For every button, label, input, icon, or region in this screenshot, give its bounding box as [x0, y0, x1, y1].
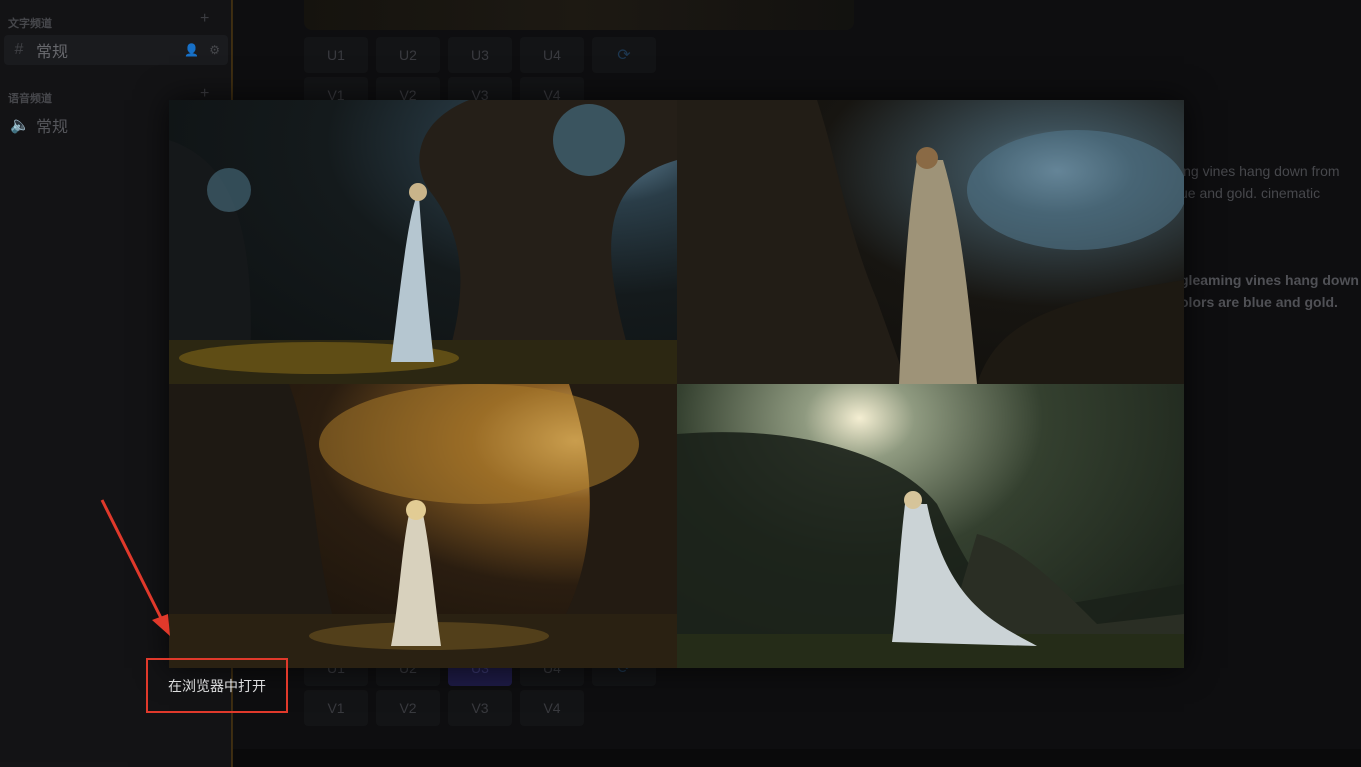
open-in-browser-link[interactable]: 在浏览器中打开	[146, 658, 288, 713]
tree-scene	[169, 384, 677, 668]
forest-image-4	[677, 384, 1184, 668]
tree-scene	[677, 432, 1184, 668]
forest-image-2	[677, 100, 1184, 384]
lightbox-overlay[interactable]: 在浏览器中打开	[0, 0, 1361, 767]
tree-scene	[677, 100, 1184, 384]
tree-scene	[169, 100, 677, 384]
red-annotation-arrow	[100, 499, 170, 636]
forest-image-1	[169, 100, 677, 384]
forest-image-3	[169, 384, 677, 668]
image-grid[interactable]	[169, 100, 1184, 668]
